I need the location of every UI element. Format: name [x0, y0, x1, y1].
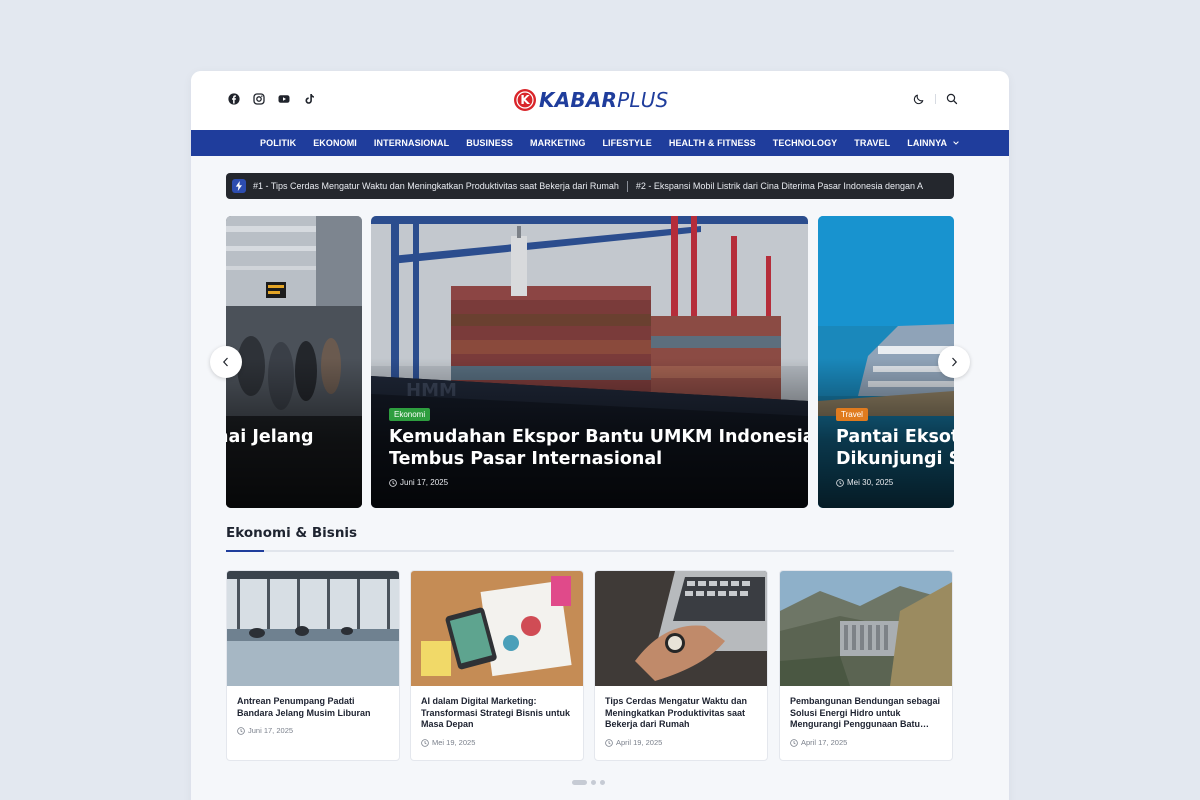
- nav-item-ekonomi[interactable]: EKONOMI: [313, 138, 357, 148]
- nav-item-marketing[interactable]: MARKETING: [530, 138, 585, 148]
- youtube-icon[interactable]: [278, 93, 290, 105]
- category-badge[interactable]: Travel: [836, 408, 868, 421]
- ticker-divider: [626, 180, 628, 192]
- slide-title-line[interactable]: Tembus Pasar Internasional: [389, 448, 662, 471]
- article-date: Mei 19, 2025: [421, 738, 475, 747]
- slide-title-line[interactable]: Dikunjungi Sa: [836, 448, 954, 471]
- lightning-icon: [232, 179, 246, 193]
- pagination-dot[interactable]: [591, 780, 596, 785]
- nav-item-technology[interactable]: TECHNOLOGY: [773, 138, 838, 148]
- ticker-item[interactable]: #2 - Ekspansi Mobil Listrik dari Cina Di…: [636, 181, 923, 191]
- pagination-dot-active[interactable]: [572, 780, 587, 785]
- logo-letter: K: [520, 93, 530, 107]
- featured-slider: nai Jelang: [226, 216, 954, 508]
- section-underline: [226, 550, 954, 552]
- tiktok-icon[interactable]: [303, 93, 315, 105]
- clock-icon: [605, 738, 613, 747]
- slide-card[interactable]: nai Jelang: [226, 216, 362, 508]
- pagination-dot[interactable]: [600, 780, 605, 785]
- social-links: [228, 93, 315, 105]
- carousel-pagination: [572, 780, 605, 785]
- article-carousel: Antrean Penumpang Padati Bandara Jelang …: [226, 570, 954, 761]
- article-date-text: April 19, 2025: [616, 738, 663, 747]
- site-header: K KABARPLUS: [191, 71, 1009, 130]
- article-title[interactable]: Pembangunan Bendungan sebagai Solusi Ene…: [790, 696, 944, 731]
- main-navigation: POLITIK EKONOMI INTERNASIONAL BUSINESS M…: [191, 130, 1009, 156]
- article-date-text: Juni 17, 2025: [248, 726, 294, 735]
- chevron-left-icon: [222, 357, 228, 367]
- article-thumbnail: [780, 571, 952, 686]
- article-card[interactable]: Tips Cerdas Mengatur Waktu dan Meningkat…: [594, 570, 768, 761]
- tools-divider: [935, 94, 936, 104]
- article-title[interactable]: AI dalam Digital Marketing: Transformasi…: [421, 696, 575, 731]
- nav-item-politik[interactable]: POLITIK: [260, 138, 296, 148]
- slide-date-text: Mei 30, 2025: [847, 478, 894, 487]
- article-card[interactable]: Pembangunan Bendungan sebagai Solusi Ene…: [779, 570, 953, 761]
- browser-page: K KABARPLUS POLITIK EKONOMI INTERNASIONA…: [191, 71, 1009, 800]
- slide-date: Mei 30, 2025: [836, 478, 893, 487]
- nav-more-label: LAINNYA: [907, 138, 948, 148]
- clock-icon: [421, 738, 429, 747]
- instagram-icon[interactable]: [253, 93, 265, 105]
- slider-prev-button[interactable]: [210, 346, 242, 378]
- article-card[interactable]: Antrean Penumpang Padati Bandara Jelang …: [226, 570, 400, 761]
- article-date: April 17, 2025: [790, 738, 847, 747]
- chevron-down-icon: [953, 141, 959, 145]
- logo-word-bold: KABAR: [539, 88, 618, 112]
- facebook-icon[interactable]: [228, 93, 240, 105]
- slide-date-text: Juni 17, 2025: [400, 478, 449, 487]
- nav-item-internasional[interactable]: INTERNASIONAL: [374, 138, 449, 148]
- nav-item-health-fitness[interactable]: HEALTH & FITNESS: [669, 138, 756, 148]
- chevron-right-icon: [952, 357, 958, 367]
- clock-icon: [836, 478, 844, 487]
- slide-title-line[interactable]: Kemudahan Ekspor Bantu UMKM Indonesia: [389, 426, 808, 449]
- article-title[interactable]: Antrean Penumpang Padati Bandara Jelang …: [237, 696, 391, 719]
- slide-card[interactable]: Travel Pantai Eksotis Dikunjungi Sa Mei …: [818, 216, 954, 508]
- search-icon[interactable]: [946, 93, 958, 105]
- slide-title-line[interactable]: Pantai Eksotis: [836, 426, 954, 449]
- slide-title[interactable]: nai Jelang: [226, 426, 314, 449]
- logo-word-light: PLUS: [617, 88, 669, 112]
- clock-icon: [389, 478, 397, 487]
- clock-icon: [237, 726, 245, 735]
- category-badge[interactable]: Ekonomi: [389, 408, 431, 421]
- article-date-text: Mei 19, 2025: [432, 738, 476, 747]
- slide-card[interactable]: HMM Ekonomi Kemudahan Ekspor Bantu UMKM …: [371, 216, 808, 508]
- breaking-news-ticker: #1 - Tips Cerdas Mengatur Waktu dan Meni…: [226, 173, 954, 199]
- slide-date: Juni 17, 2025: [389, 478, 448, 487]
- clock-icon: [790, 738, 798, 747]
- article-thumbnail: [411, 571, 583, 686]
- nav-item-lifestyle[interactable]: LIFESTYLE: [602, 138, 651, 148]
- article-card[interactable]: AI dalam Digital Marketing: Transformasi…: [410, 570, 584, 761]
- header-tools: [913, 93, 958, 105]
- nav-item-lainnya[interactable]: LAINNYA: [907, 138, 959, 148]
- article-thumbnail: [595, 571, 767, 686]
- article-thumbnail: [227, 571, 399, 686]
- nav-item-travel[interactable]: TRAVEL: [854, 138, 890, 148]
- dark-mode-moon-icon[interactable]: [913, 93, 925, 105]
- ticker-item[interactable]: #1 - Tips Cerdas Mengatur Waktu dan Meni…: [253, 181, 619, 191]
- article-title[interactable]: Tips Cerdas Mengatur Waktu dan Meningkat…: [605, 696, 759, 731]
- section-title[interactable]: Ekonomi & Bisnis: [226, 525, 357, 541]
- article-date-text: April 17, 2025: [801, 738, 848, 747]
- article-date: Juni 17, 2025: [237, 726, 293, 735]
- article-date: April 19, 2025: [605, 738, 662, 747]
- site-logo[interactable]: K KABARPLUS: [514, 87, 668, 113]
- logo-badge: K: [514, 89, 536, 111]
- slider-next-button[interactable]: [938, 346, 970, 378]
- nav-item-business[interactable]: BUSINESS: [466, 138, 513, 148]
- section-underline-accent: [226, 550, 264, 552]
- logo-wordmark: KABARPLUS: [539, 87, 668, 113]
